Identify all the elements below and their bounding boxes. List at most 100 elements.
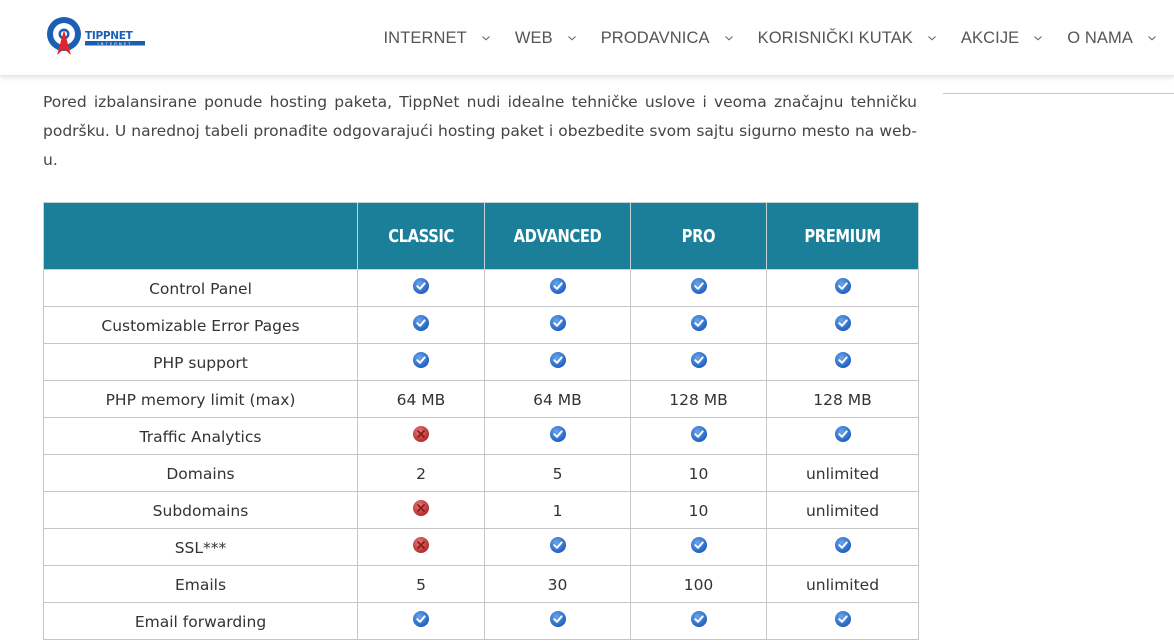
intro-paragraph: Pored izbalansirane ponude hosting paket… bbox=[43, 93, 917, 169]
feature-name: Customizable Error Pages bbox=[43, 306, 358, 344]
cell-advanced-value: 1 bbox=[484, 491, 631, 529]
chevron-down-icon[interactable] bbox=[567, 33, 577, 43]
feature-name: Traffic Analytics bbox=[43, 417, 358, 455]
plan-name: CLASSIC bbox=[388, 225, 454, 247]
check-icon bbox=[834, 351, 852, 369]
nav-item-label: AKCIJE bbox=[960, 28, 1020, 47]
chevron-down-icon[interactable] bbox=[927, 33, 937, 43]
intro-text-block: Pored izbalansirane ponude hosting paket… bbox=[43, 88, 917, 175]
nav-item-label: O NAMA bbox=[1067, 28, 1133, 47]
feature-name: Emails bbox=[43, 565, 358, 603]
cross-icon bbox=[412, 425, 430, 443]
check-icon bbox=[549, 536, 567, 554]
plan-header-pro: PRO bbox=[630, 202, 767, 270]
chevron-down-icon[interactable] bbox=[724, 33, 734, 43]
cell-premium-value: unlimited bbox=[766, 491, 919, 529]
cell-classic bbox=[357, 269, 485, 307]
cell-pro-value: 10 bbox=[630, 454, 767, 492]
nav-item-o-nama[interactable]: O NAMA bbox=[1067, 29, 1157, 48]
cell-classic bbox=[357, 306, 485, 344]
cell-pro bbox=[630, 306, 767, 344]
table-row: Emails 5 30 100 unlimited bbox=[43, 565, 919, 603]
check-icon bbox=[549, 314, 567, 332]
cell-advanced bbox=[484, 343, 631, 381]
main-nav: INTERNET WEB PRODAVNICA KORISNIČKI KUTAK AKC… bbox=[384, 0, 1174, 76]
cell-classic bbox=[357, 528, 485, 566]
feature-name: PHP support bbox=[43, 343, 358, 381]
sidebar-divider bbox=[943, 93, 1174, 94]
check-icon bbox=[834, 610, 852, 628]
cell-pro-value: 100 bbox=[630, 565, 767, 603]
header-cell-feature bbox=[43, 202, 358, 270]
cell-classic bbox=[357, 417, 485, 455]
table-row: Subdomains 1 10 unlimited bbox=[43, 491, 919, 529]
check-icon bbox=[834, 425, 852, 443]
check-icon bbox=[834, 536, 852, 554]
nav-item-akcije[interactable]: AKCIJE bbox=[961, 29, 1043, 48]
check-icon bbox=[690, 314, 708, 332]
cross-icon bbox=[412, 499, 430, 517]
chevron-down-icon[interactable] bbox=[1147, 33, 1157, 43]
cell-pro bbox=[630, 269, 767, 307]
cell-advanced bbox=[484, 269, 631, 307]
check-icon bbox=[690, 610, 708, 628]
check-icon bbox=[690, 351, 708, 369]
table-row: Traffic Analytics bbox=[43, 417, 919, 455]
plan-name: PREMIUM bbox=[804, 225, 881, 247]
check-icon bbox=[549, 425, 567, 443]
cross-icon bbox=[412, 536, 430, 554]
table-row: SSL*** bbox=[43, 528, 919, 566]
cell-advanced bbox=[484, 602, 631, 640]
plan-name: ADVANCED bbox=[513, 225, 602, 247]
cell-advanced bbox=[484, 306, 631, 344]
cell-premium-value: unlimited bbox=[766, 454, 919, 492]
table-row: Email forwarding bbox=[43, 602, 919, 640]
check-icon bbox=[549, 351, 567, 369]
cell-advanced bbox=[484, 528, 631, 566]
cell-advanced bbox=[484, 417, 631, 455]
nav-item-korisni-ki-kutak[interactable]: KORISNIČKI KUTAK bbox=[758, 29, 937, 48]
cell-premium bbox=[766, 343, 919, 381]
cell-classic bbox=[357, 491, 485, 529]
cell-premium bbox=[766, 528, 919, 566]
cell-premium bbox=[766, 306, 919, 344]
nav-item-prodavnica[interactable]: PRODAVNICA bbox=[601, 29, 734, 48]
check-icon bbox=[412, 351, 430, 369]
cell-premium bbox=[766, 602, 919, 640]
cell-advanced-value: 30 bbox=[484, 565, 631, 603]
check-icon bbox=[690, 536, 708, 554]
chevron-down-icon[interactable] bbox=[481, 33, 491, 43]
table-row: PHP support bbox=[43, 343, 919, 381]
cell-pro bbox=[630, 528, 767, 566]
cell-classic bbox=[357, 343, 485, 381]
table-row: Customizable Error Pages bbox=[43, 306, 919, 344]
cell-pro bbox=[630, 417, 767, 455]
cell-premium-value: unlimited bbox=[766, 565, 919, 603]
plan-name: PRO bbox=[681, 225, 716, 247]
cell-premium-value: 128 MB bbox=[766, 380, 919, 418]
cell-premium bbox=[766, 417, 919, 455]
cell-advanced-value: 5 bbox=[484, 454, 631, 492]
table-row: Control Panel bbox=[43, 269, 919, 307]
check-icon bbox=[412, 610, 430, 628]
check-icon bbox=[834, 314, 852, 332]
hosting-plans-table: CLASSIC ADVANCED PRO PREMIUM Control Panel C… bbox=[43, 202, 919, 640]
check-icon bbox=[834, 277, 852, 295]
nav-item-internet[interactable]: INTERNET bbox=[384, 29, 491, 48]
nav-item-web[interactable]: WEB bbox=[515, 29, 577, 48]
cell-pro-value: 10 bbox=[630, 491, 767, 529]
nav-item-label: KORISNIČKI KUTAK bbox=[757, 28, 913, 47]
cell-pro-value: 128 MB bbox=[630, 380, 767, 418]
nav-item-label: PRODAVNICA bbox=[600, 28, 710, 47]
feature-name: Domains bbox=[43, 454, 358, 492]
feature-name: Control Panel bbox=[43, 269, 358, 307]
cell-pro bbox=[630, 343, 767, 381]
site-header: TIPPNET INTERNET INTERNET WEB PRODAVNICA KO… bbox=[0, 0, 1174, 76]
cell-classic bbox=[357, 602, 485, 640]
plan-header-premium: PREMIUM bbox=[766, 202, 919, 270]
check-icon bbox=[690, 277, 708, 295]
feature-name: Subdomains bbox=[43, 491, 358, 529]
tippnet-logo[interactable]: TIPPNET INTERNET bbox=[44, 14, 154, 60]
chevron-down-icon[interactable] bbox=[1033, 33, 1043, 43]
check-icon bbox=[549, 277, 567, 295]
